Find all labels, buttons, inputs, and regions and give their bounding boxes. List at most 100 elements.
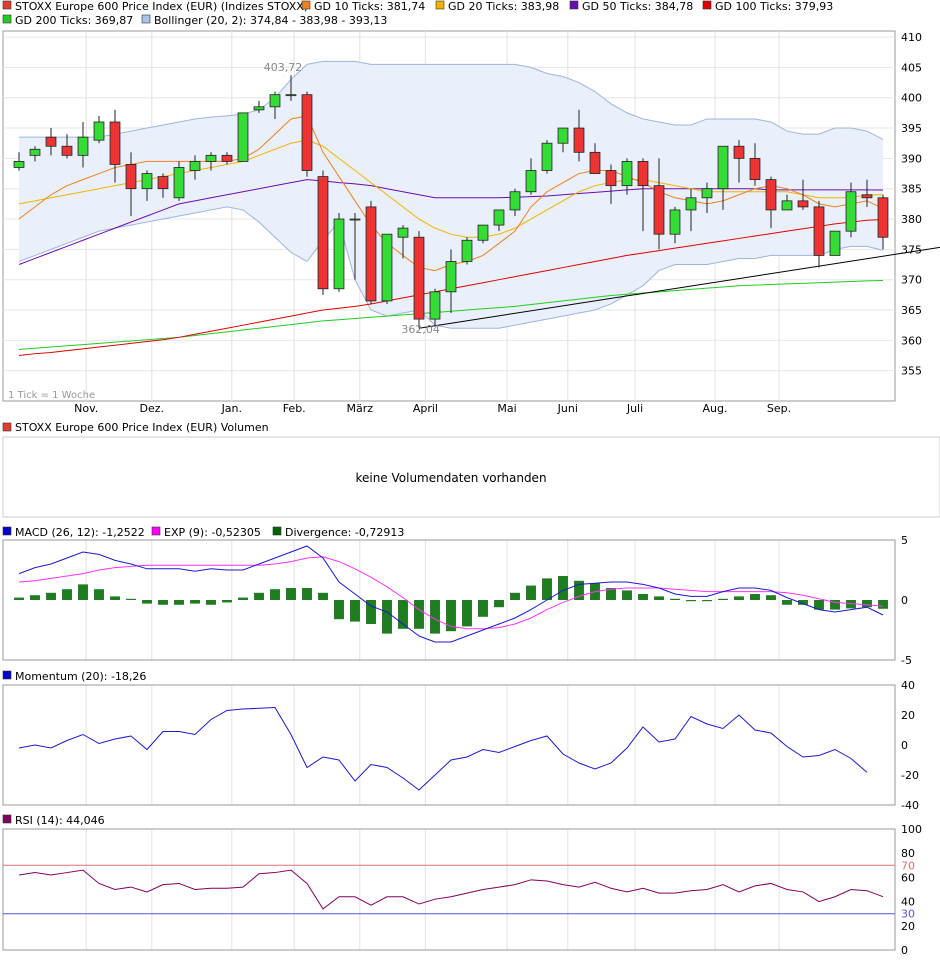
divergence-bar (350, 600, 360, 622)
divergence-bar (206, 600, 216, 605)
momentum-axis-label: -40 (901, 799, 919, 812)
candle-up (381, 233, 393, 302)
candle-up (13, 161, 25, 168)
candle-down (365, 206, 377, 302)
momentum-axis-label: 40 (901, 679, 915, 692)
divergence-bar (766, 595, 776, 600)
divergence-bar (334, 600, 344, 620)
candle-up (701, 188, 713, 199)
month-label: Aug. (703, 402, 728, 415)
candle-down (573, 127, 585, 153)
divergence-bar (510, 592, 520, 600)
divergence-bar (110, 596, 120, 600)
divergence-bar (558, 576, 568, 600)
candle-up (525, 170, 537, 193)
candle-down (877, 197, 889, 238)
momentum-line (18, 706, 868, 791)
rsi-axis-label: 30 (901, 908, 915, 921)
divergence-bar (382, 600, 392, 634)
volume-empty-message: keine Volumendaten vorhanden (355, 471, 546, 485)
candle-up (285, 94, 297, 97)
candle-up (349, 218, 361, 221)
macd-legend-swatch (151, 526, 161, 536)
candle-up (461, 239, 473, 262)
candle-up (557, 127, 569, 144)
rsi-axis-label: 40 (901, 896, 915, 909)
candle-down (221, 154, 233, 162)
price-axis-label: 365 (901, 304, 922, 317)
candle-up (669, 209, 681, 235)
macd-legend-swatch (272, 526, 282, 536)
divergence-bar (270, 589, 280, 600)
candle-up (173, 167, 185, 199)
divergence-bar (494, 600, 504, 608)
divergence-bar (542, 578, 552, 600)
month-label: Juni (557, 402, 578, 415)
momentum-panel-frame (2, 684, 896, 806)
divergence-bar (190, 600, 200, 604)
candle-up (445, 261, 457, 293)
divergence-bar (654, 596, 664, 600)
rsi-line (18, 869, 884, 910)
legend-main-label: GD 200 Ticks: 369,87 (15, 14, 133, 27)
legend-main-label: STOXX Europe 600 Price Index (EUR) (Indi… (15, 0, 308, 13)
candle-up (189, 161, 201, 171)
rsi-panel-frame (2, 828, 896, 951)
candle-down (45, 136, 57, 147)
legend-main-label: GD 50 Ticks: 384,78 (582, 0, 693, 13)
month-label: April (413, 402, 438, 415)
momentum-legend-label: Momentum (20): -18,26 (15, 670, 146, 683)
divergence-bar (478, 600, 488, 617)
candle-down (749, 157, 761, 181)
low-price-label: 362,04 (401, 323, 440, 336)
legend-main-swatch (2, 0, 12, 10)
divergence-bar (670, 598, 680, 600)
candle-down (61, 145, 73, 156)
volume-swatch (2, 422, 12, 432)
candle-up (77, 136, 89, 156)
divergence-bar (222, 600, 232, 603)
candle-down (301, 94, 313, 171)
candle-up (845, 191, 857, 232)
price-axis-label: 380 (901, 213, 922, 226)
candle-up (397, 227, 409, 238)
divergence-bar (462, 600, 472, 627)
candle-down (317, 176, 329, 290)
divergence-bar (126, 598, 136, 600)
divergence-bar (414, 600, 424, 629)
divergence-bar (782, 600, 792, 605)
momentum-swatch (2, 670, 12, 680)
price-axis-label: 410 (901, 31, 922, 44)
month-label: Nov. (74, 402, 98, 415)
month-label: März (347, 402, 374, 415)
month-label: Jan. (221, 402, 242, 415)
divergence-bar (158, 600, 168, 605)
candle-down (637, 161, 649, 187)
legend-main-swatch (141, 14, 151, 24)
candle-up (717, 145, 729, 190)
macd-axis-label: 0 (901, 594, 908, 607)
legend-main-label: GD 10 Ticks: 381,74 (314, 0, 425, 13)
macd-axis-label: 5 (901, 534, 908, 547)
candle-down (813, 206, 825, 256)
candle-down (589, 151, 601, 174)
price-axis-label: 395 (901, 122, 922, 135)
candle-up (205, 154, 217, 162)
rsi-swatch (2, 814, 12, 824)
rsi-axis-label: 0 (901, 944, 908, 957)
candle-down (797, 200, 809, 208)
tick-note: 1 Tick = 1 Woche (8, 390, 95, 401)
candle-up (541, 142, 553, 171)
divergence-bar (174, 600, 184, 605)
price-axis-label: 400 (901, 92, 922, 105)
divergence-bar (686, 600, 696, 602)
macd-legend-swatch (2, 526, 12, 536)
candle-up (509, 191, 521, 211)
candle-down (109, 121, 121, 165)
price-axis-label: 375 (901, 243, 922, 256)
candle-up (141, 173, 153, 190)
candle-up (781, 200, 793, 211)
divergence-bar (734, 596, 744, 600)
momentum-axis-label: 20 (901, 709, 915, 722)
month-label: Mai (497, 402, 516, 415)
